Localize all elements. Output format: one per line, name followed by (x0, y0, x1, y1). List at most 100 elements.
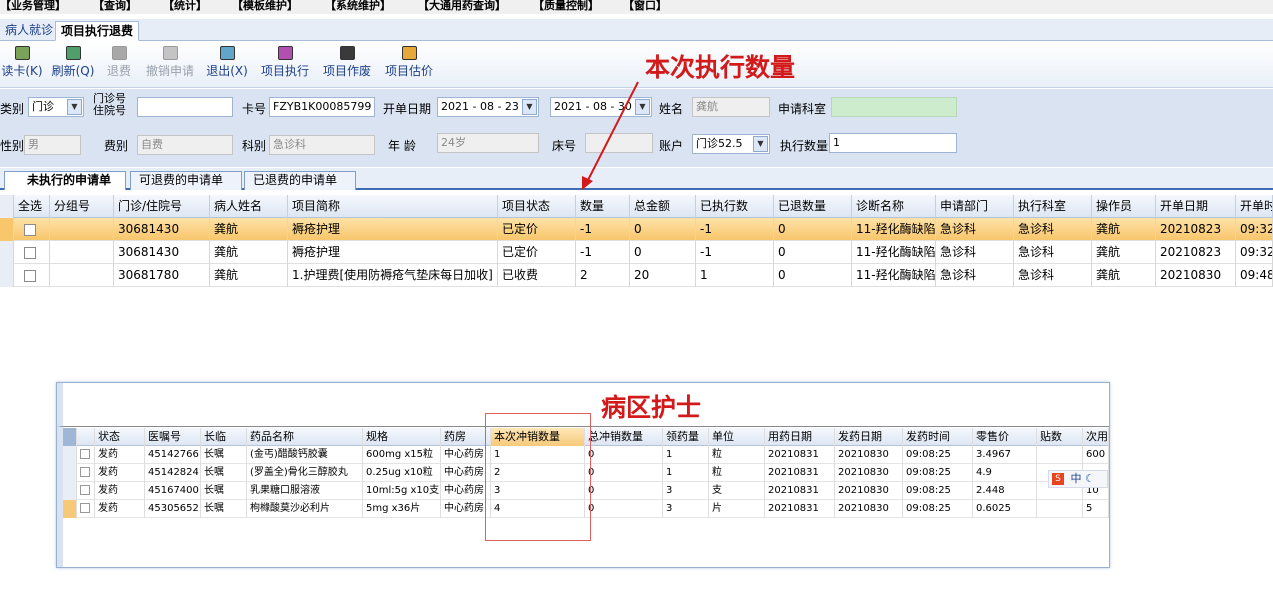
menu-business[interactable]: 【业务管理】 (0, 0, 66, 12)
estimate-item-button[interactable]: 项目估价 (383, 46, 435, 86)
cell-refunded: 0 (774, 218, 852, 241)
col-dispense-time[interactable]: 发药时间 (903, 428, 973, 446)
void-item-button[interactable]: 项目作废 (321, 46, 373, 86)
card-no-input[interactable]: FZYB1K00085799 (269, 97, 375, 117)
highlight-box (485, 413, 591, 541)
col-quantity[interactable]: 数量 (576, 195, 630, 218)
checkbox-icon[interactable] (80, 467, 90, 477)
tab-item-execute-refund[interactable]: 项目执行退费 (55, 21, 140, 41)
cell-pharmacy: 中心药房 (441, 500, 491, 518)
tab-patient-visit[interactable]: 病人就诊 (0, 21, 58, 41)
col-item-name[interactable]: 项目简称 (288, 195, 498, 218)
menu-query[interactable]: 【查询】 (93, 0, 137, 12)
col-retail-price[interactable]: 零售价 (973, 428, 1037, 446)
checkbox-icon[interactable] (80, 485, 90, 495)
col-item-status[interactable]: 项目状态 (498, 195, 576, 218)
date-from-picker[interactable]: 2021 - 08 - 23 ▼ (437, 97, 539, 117)
revoke-icon (162, 46, 178, 60)
col-order-no[interactable]: 医嘱号 (145, 428, 201, 446)
col-diagnosis[interactable]: 诊断名称 (852, 195, 936, 218)
col-operator[interactable]: 操作员 (1092, 195, 1156, 218)
col-pharmacy[interactable]: 药房 (441, 428, 491, 446)
account-select[interactable]: 门诊52.5 ▼ (692, 134, 770, 154)
row-selector[interactable] (0, 241, 14, 264)
col-order-date[interactable]: 开单日期 (1156, 195, 1236, 218)
exec-qty-input[interactable]: 1 (829, 133, 957, 153)
ime-toolbar[interactable]: S 中 ☾ (1048, 470, 1108, 488)
moon-icon[interactable]: ☾ (1085, 472, 1095, 485)
cell-diagnosis: 11-羟化酶缺陷 (852, 218, 936, 241)
row-checkbox[interactable] (14, 218, 50, 241)
chevron-down-icon[interactable]: ▼ (753, 136, 768, 152)
table-row[interactable]: 30681780 龚航 1.护理费[使用防褥疮气垫床每日加收] 已收费 2 20… (0, 264, 1273, 287)
col-order-time[interactable]: 开单时 (1236, 195, 1273, 218)
exit-icon (219, 46, 235, 60)
table-row[interactable]: 30681430 龚航 褥疮护理 已定价 -1 0 -1 0 11-羟化酶缺陷 … (0, 241, 1273, 264)
col-long-temp[interactable]: 长临 (201, 428, 247, 446)
row-selector[interactable] (63, 500, 77, 518)
tab-refunded[interactable]: 已退费的申请单 (244, 171, 356, 190)
col-spec[interactable]: 规格 (363, 428, 441, 446)
refresh-button[interactable]: 刷新(Q) (50, 46, 96, 86)
row-checkbox[interactable] (77, 464, 95, 482)
row-checkbox[interactable] (14, 241, 50, 264)
checkbox-icon[interactable] (80, 449, 90, 459)
col-group-no[interactable]: 分组号 (50, 195, 114, 218)
col-dispense-qty[interactable]: 领药量 (663, 428, 709, 446)
table-row[interactable]: 30681430 龚航 褥疮护理 已定价 -1 0 -1 0 11-羟化酶缺陷 … (0, 218, 1273, 241)
col-use-date[interactable]: 用药日期 (765, 428, 835, 446)
chevron-down-icon[interactable]: ▼ (522, 99, 537, 115)
refund-button[interactable]: 退费 (104, 46, 134, 86)
col-total-amount[interactable]: 总金额 (630, 195, 696, 218)
menu-quality[interactable]: 【质量控制】 (533, 0, 599, 12)
menu-template[interactable]: 【模板维护】 (232, 0, 298, 12)
col-visit-no[interactable]: 门诊/住院号 (114, 195, 210, 218)
col-total-offset-qty[interactable]: 总冲销数量 (585, 428, 663, 446)
cell-group-no (50, 241, 114, 264)
row-selector[interactable] (63, 446, 77, 464)
section-field: 急诊科 (269, 135, 375, 155)
row-selector[interactable] (0, 218, 14, 241)
category-select[interactable]: 门诊 ▼ (28, 97, 84, 117)
select-all-header[interactable]: 全选 (14, 195, 50, 218)
col-per-use[interactable]: 次用 (1083, 428, 1109, 446)
ime-mode-label[interactable]: 中 (1071, 472, 1082, 485)
col-dispense-date[interactable]: 发药日期 (835, 428, 903, 446)
col-apply-dept[interactable]: 申请部门 (936, 195, 1014, 218)
read-card-button[interactable]: 读卡(K) (0, 46, 44, 86)
col-doses[interactable]: 贴数 (1037, 428, 1083, 446)
menu-stats[interactable]: 【统计】 (163, 0, 207, 12)
chevron-down-icon[interactable]: ▼ (67, 99, 82, 115)
tab-refundable[interactable]: 可退费的申请单 (130, 171, 242, 190)
exit-button[interactable]: 退出(X) (204, 46, 250, 86)
col-status[interactable]: 状态 (95, 428, 145, 446)
refresh-icon (65, 46, 81, 60)
row-checkbox[interactable] (14, 264, 50, 287)
col-refunded[interactable]: 已退数量 (774, 195, 852, 218)
checkbox-icon[interactable] (24, 223, 36, 236)
cell-retail-price: 2.448 (973, 482, 1037, 500)
col-patient-name[interactable]: 病人姓名 (210, 195, 288, 218)
col-exec-dept[interactable]: 执行科室 (1014, 195, 1092, 218)
col-executed[interactable]: 已执行数 (696, 195, 774, 218)
checkbox-icon[interactable] (80, 503, 90, 513)
menu-system[interactable]: 【系统维护】 (325, 0, 391, 12)
row-selector[interactable] (63, 482, 77, 500)
row-selector[interactable] (63, 464, 77, 482)
cell-visit-no: 30681780 (114, 264, 210, 287)
tab-unexecuted[interactable]: 未执行的申请单 (4, 171, 126, 190)
execute-item-button[interactable]: 项目执行 (259, 46, 311, 86)
menu-drug-query[interactable]: 【大通用药查询】 (418, 0, 506, 12)
row-checkbox[interactable] (77, 446, 95, 464)
col-drug-name[interactable]: 药品名称 (247, 428, 363, 446)
revoke-request-button[interactable]: 撤销申请 (144, 46, 196, 86)
menu-window[interactable]: 【窗口】 (623, 0, 667, 12)
col-unit[interactable]: 单位 (709, 428, 765, 446)
checkbox-icon[interactable] (24, 269, 36, 282)
cell-refunded: 0 (774, 264, 852, 287)
row-selector[interactable] (0, 264, 14, 287)
outpatient-no-input[interactable] (137, 97, 233, 117)
checkbox-icon[interactable] (24, 246, 36, 259)
row-checkbox[interactable] (77, 500, 95, 518)
row-checkbox[interactable] (77, 482, 95, 500)
